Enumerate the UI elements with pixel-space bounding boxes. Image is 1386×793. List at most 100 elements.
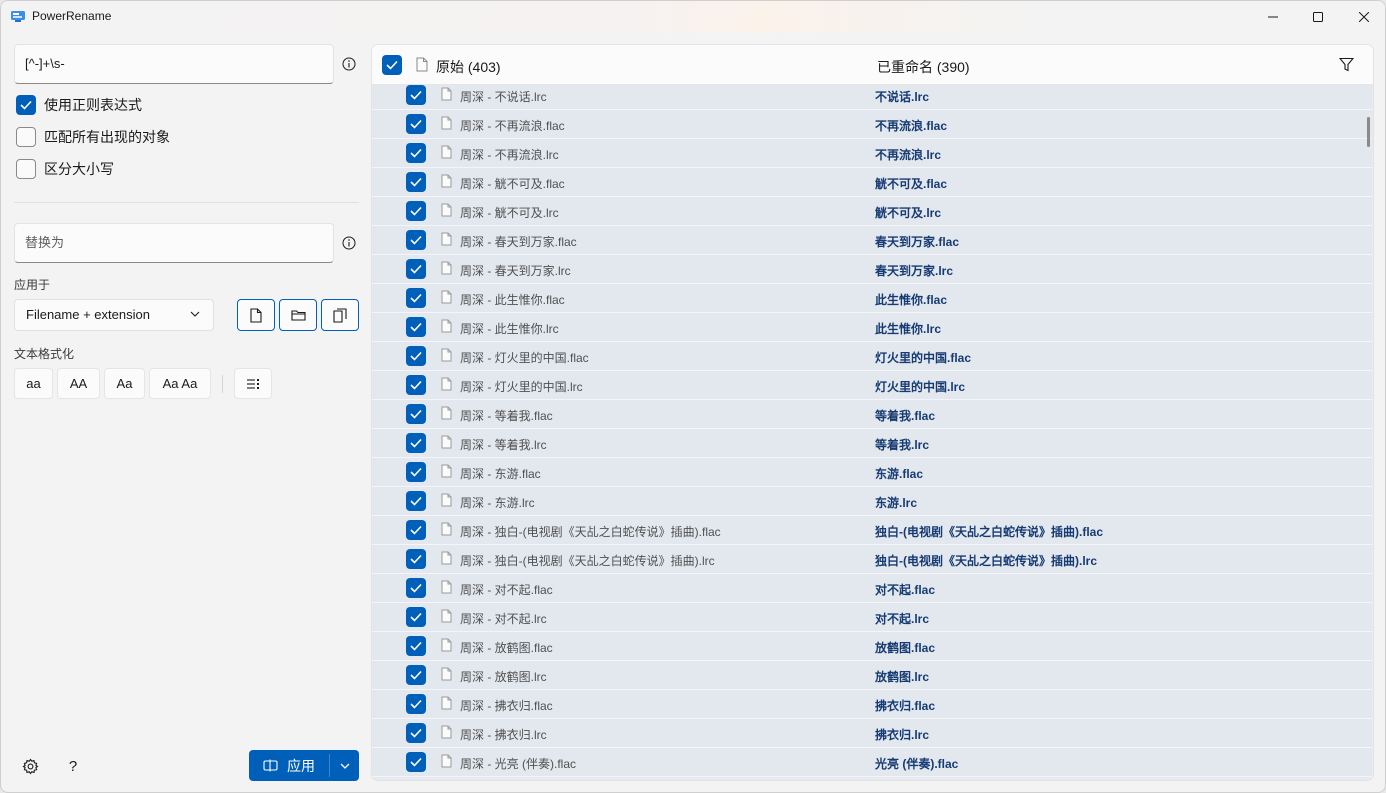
include-files-toggle[interactable] bbox=[237, 299, 275, 331]
list-row[interactable]: 周深 - 此生惟你.flac 此生惟你.flac bbox=[372, 284, 1372, 313]
list-row[interactable]: 周深 - 对不起.flac 对不起.flac bbox=[372, 574, 1372, 603]
original-filename: 周深 - 独白-(电视剧《天乩之白蛇传说》插曲).flac bbox=[460, 525, 721, 539]
list-row[interactable]: 周深 - 拂衣归.lrc 拂衣归.lrc bbox=[372, 719, 1372, 748]
list-row[interactable]: 周深 - 春天到万家.flac 春天到万家.flac bbox=[372, 226, 1372, 255]
checkmark-icon bbox=[410, 380, 422, 390]
list-row[interactable]: 周深 - 不再流浪.flac 不再流浪.flac bbox=[372, 110, 1372, 139]
row-checkbox[interactable] bbox=[406, 143, 426, 163]
row-checkbox[interactable] bbox=[406, 462, 426, 482]
include-folders-toggle[interactable] bbox=[279, 299, 317, 331]
row-checkbox[interactable] bbox=[406, 665, 426, 685]
row-checkbox[interactable] bbox=[406, 172, 426, 192]
checkmark-icon bbox=[20, 100, 32, 110]
lowercase-button[interactable]: aa bbox=[14, 368, 53, 399]
row-checkbox[interactable] bbox=[406, 114, 426, 134]
row-checkbox[interactable] bbox=[406, 230, 426, 250]
list-row[interactable]: 周深 - 等着我.flac 等着我.flac bbox=[372, 400, 1372, 429]
list-row[interactable]: 周深 - 此生惟你.lrc 此生惟你.lrc bbox=[372, 313, 1372, 342]
search-info-icon[interactable] bbox=[342, 57, 356, 71]
maximize-button[interactable] bbox=[1295, 1, 1341, 33]
row-checkbox[interactable] bbox=[406, 752, 426, 772]
row-checkbox[interactable] bbox=[406, 578, 426, 598]
match-all-checkbox[interactable] bbox=[16, 127, 36, 147]
file-icon bbox=[441, 464, 452, 478]
uppercase-button[interactable]: AA bbox=[57, 368, 100, 399]
original-filename: 周深 - 灯火里的中国.lrc bbox=[460, 380, 583, 394]
checkmark-icon bbox=[410, 293, 422, 303]
row-checkbox[interactable] bbox=[406, 317, 426, 337]
file-list[interactable]: 周深 - 不说话.lrc 不说话.lrc 周深 - 不再流浪.flac 不再流浪.fl… bbox=[372, 85, 1373, 780]
list-row[interactable]: 周深 - 灯火里的中国.flac 灯火里的中国.flac bbox=[372, 342, 1372, 371]
scrollbar[interactable] bbox=[1367, 117, 1370, 147]
apply-options-button[interactable] bbox=[330, 750, 359, 781]
case-sensitive-checkbox[interactable] bbox=[16, 159, 36, 179]
file-icon bbox=[250, 307, 262, 323]
close-button[interactable] bbox=[1341, 1, 1385, 33]
enumerate-button[interactable] bbox=[234, 368, 272, 399]
row-checkbox[interactable] bbox=[406, 636, 426, 656]
capitalize-words-button[interactable]: Aa Aa bbox=[149, 368, 211, 399]
file-icon bbox=[441, 319, 452, 333]
select-all-checkbox[interactable] bbox=[382, 55, 402, 75]
row-checkbox[interactable] bbox=[406, 404, 426, 424]
minimize-button[interactable] bbox=[1250, 1, 1296, 33]
row-checkbox[interactable] bbox=[406, 520, 426, 540]
list-row[interactable]: 周深 - 不说话.lrc 不说话.lrc bbox=[372, 85, 1372, 110]
regex-option[interactable]: 使用正则表达式 bbox=[16, 94, 142, 116]
list-row[interactable]: 周深 - 独白-(电视剧《天乩之白蛇传说》插曲).flac 独白-(电视剧《天乩之… bbox=[372, 516, 1372, 545]
titlecase-button[interactable]: Aa bbox=[104, 368, 145, 399]
checkmark-icon bbox=[410, 235, 422, 245]
help-button[interactable]: ? bbox=[64, 757, 82, 775]
original-filename: 周深 - 光亮 (伴奏).flac bbox=[460, 757, 576, 771]
row-checkbox[interactable] bbox=[406, 85, 426, 105]
row-checkbox[interactable] bbox=[406, 491, 426, 511]
checkmark-icon bbox=[386, 60, 398, 70]
include-subfolders-toggle[interactable] bbox=[321, 299, 359, 331]
list-row[interactable]: 周深 - 放鹤图.flac 放鹤图.flac bbox=[372, 632, 1372, 661]
list-row[interactable]: 周深 - 春天到万家.lrc 春天到万家.lrc bbox=[372, 255, 1372, 284]
match-all-option[interactable]: 匹配所有出现的对象 bbox=[16, 126, 170, 148]
gear-icon bbox=[21, 758, 39, 774]
row-checkbox[interactable] bbox=[406, 723, 426, 743]
replace-input[interactable]: 替换为 bbox=[14, 223, 334, 263]
list-row[interactable]: 周深 - 东游.lrc 东游.lrc bbox=[372, 487, 1372, 516]
list-row[interactable]: 周深 - 觥不可及.flac 觥不可及.flac bbox=[372, 168, 1372, 197]
list-row[interactable]: 周深 - 独白-(电视剧《天乩之白蛇传说》插曲).lrc 独白-(电视剧《天乩之白… bbox=[372, 545, 1372, 574]
checkmark-icon bbox=[410, 148, 422, 158]
row-checkbox[interactable] bbox=[406, 259, 426, 279]
apply-to-dropdown[interactable]: Filename + extension bbox=[14, 299, 214, 331]
checkmark-icon bbox=[410, 119, 422, 129]
apply-button[interactable]: 应用 bbox=[249, 750, 329, 781]
row-checkbox[interactable] bbox=[406, 607, 426, 627]
search-input[interactable]: [^-]+\s- bbox=[14, 44, 334, 84]
regex-checkbox[interactable] bbox=[16, 95, 36, 115]
row-checkbox[interactable] bbox=[406, 694, 426, 714]
settings-button[interactable] bbox=[21, 757, 39, 775]
list-row[interactable]: 周深 - 灯火里的中国.lrc 灯火里的中国.lrc bbox=[372, 371, 1372, 400]
original-filename: 周深 - 东游.flac bbox=[460, 467, 541, 481]
row-checkbox[interactable] bbox=[406, 549, 426, 569]
row-checkbox[interactable] bbox=[406, 375, 426, 395]
list-row[interactable]: 周深 - 等着我.lrc 等着我.lrc bbox=[372, 429, 1372, 458]
row-checkbox[interactable] bbox=[406, 288, 426, 308]
renamed-filename: 东游.flac bbox=[875, 467, 924, 481]
row-checkbox[interactable] bbox=[406, 433, 426, 453]
original-filename: 周深 - 此生惟你.lrc bbox=[460, 322, 559, 336]
renamed-filename: 放鹤图.lrc bbox=[875, 670, 930, 684]
row-checkbox[interactable] bbox=[406, 201, 426, 221]
row-checkbox[interactable] bbox=[406, 346, 426, 366]
filter-icon[interactable] bbox=[1339, 57, 1354, 72]
list-row[interactable]: 周深 - 对不起.lrc 对不起.lrc bbox=[372, 603, 1372, 632]
checkmark-icon bbox=[410, 467, 422, 477]
replace-info-icon[interactable] bbox=[342, 236, 356, 250]
case-sensitive-option[interactable]: 区分大小写 bbox=[16, 158, 114, 180]
renamed-filename: 灯火里的中国.flac bbox=[875, 351, 972, 365]
list-row[interactable]: 周深 - 光亮 (伴奏).flac 光亮 (伴奏).flac bbox=[372, 748, 1372, 777]
regex-label: 使用正则表达式 bbox=[44, 97, 142, 113]
list-row[interactable]: 周深 - 拂衣归.flac 拂衣归.flac bbox=[372, 690, 1372, 719]
list-row[interactable]: 周深 - 放鹤图.lrc 放鹤图.lrc bbox=[372, 661, 1372, 690]
list-row[interactable]: 周深 - 东游.flac 东游.flac bbox=[372, 458, 1372, 487]
list-row[interactable]: 周深 - 不再流浪.lrc 不再流浪.lrc bbox=[372, 139, 1372, 168]
list-header: 原始 (403) 已重命名 (390) bbox=[372, 45, 1373, 85]
list-row[interactable]: 周深 - 觥不可及.lrc 觥不可及.lrc bbox=[372, 197, 1372, 226]
